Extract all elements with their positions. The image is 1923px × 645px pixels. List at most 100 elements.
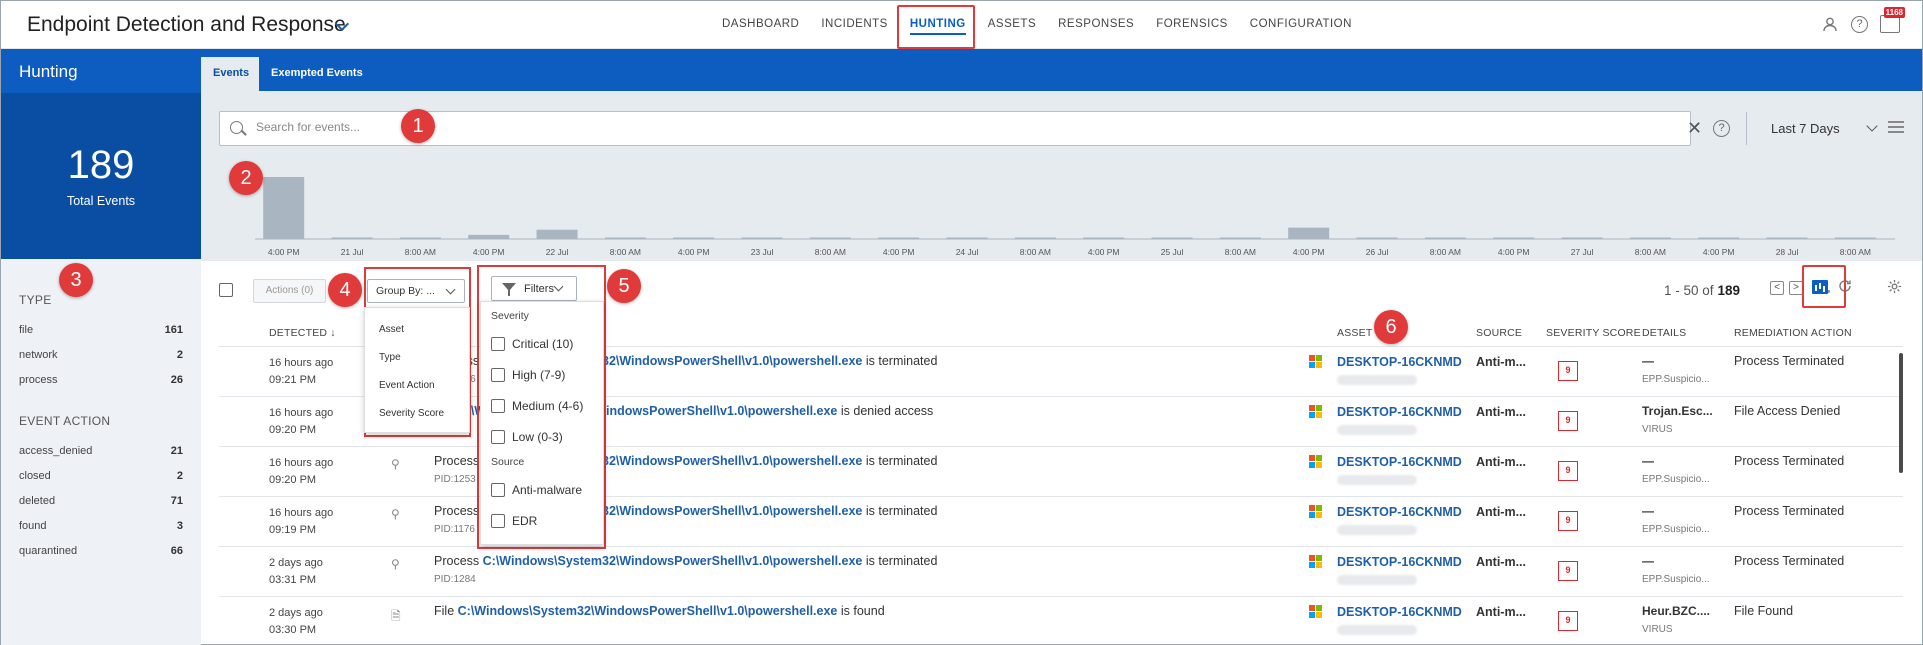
- checkbox[interactable]: [491, 482, 505, 497]
- nav-incidents[interactable]: INCIDENTS: [810, 1, 898, 49]
- table-row[interactable]: 16 hours ago09:20 PM🗎File C:\Windows\Sys…: [219, 396, 1903, 446]
- detected-time: 03:30 PM: [269, 624, 317, 636]
- source-cell: Anti-m...: [1476, 455, 1526, 469]
- histogram-bar[interactable]: [468, 234, 510, 239]
- asset-link[interactable]: DESKTOP-16CKNMD: [1337, 405, 1462, 419]
- filter-severity-high[interactable]: High (7-9): [481, 359, 603, 390]
- notifications-icon[interactable]: 1168: [1880, 7, 1905, 33]
- col-asset[interactable]: ASSET: [1337, 327, 1372, 339]
- histogram-bar[interactable]: [1083, 237, 1125, 240]
- checkbox[interactable]: [491, 398, 505, 413]
- histogram-bar[interactable]: [1561, 237, 1603, 239]
- histogram-bar[interactable]: [263, 177, 305, 239]
- tab-exempted-events[interactable]: Exempted Events: [259, 57, 375, 91]
- histogram-bar[interactable]: [946, 237, 988, 240]
- facet-action-closed[interactable]: closed 2: [19, 463, 183, 488]
- filter-severity-critical[interactable]: Critical (10): [481, 328, 603, 359]
- settings-gear-icon[interactable]: [1885, 279, 1903, 297]
- detected-relative: 2 days ago: [269, 557, 323, 569]
- histogram-bar[interactable]: [399, 237, 441, 240]
- histogram-bar[interactable]: [1834, 237, 1876, 240]
- event-description: File C:\Windows\System32\WindowsPowerShe…: [434, 604, 885, 618]
- facet-type-process[interactable]: process 26: [19, 367, 183, 392]
- col-severity-score[interactable]: SEVERITY SCORE: [1546, 327, 1641, 339]
- facet-action-quarantined[interactable]: quarantined 66: [19, 538, 183, 563]
- histogram-bar[interactable]: [1151, 237, 1193, 240]
- clear-icon[interactable]: ✕: [1687, 118, 1702, 139]
- actions-button[interactable]: Actions (0): [253, 279, 326, 303]
- histogram-bar[interactable]: [878, 237, 920, 240]
- checkbox[interactable]: [491, 429, 505, 444]
- nav-assets[interactable]: ASSETS: [977, 1, 1047, 49]
- group-by-severity-score[interactable]: Severity Score: [365, 400, 469, 428]
- next-page-button[interactable]: >: [1789, 281, 1803, 295]
- facet-action-access-denied[interactable]: access_denied 21: [19, 438, 183, 463]
- prev-page-button[interactable]: <: [1770, 281, 1784, 295]
- group-by-asset[interactable]: Asset: [365, 316, 469, 344]
- table-row[interactable]: 16 hours ago 09:20 PM ⚲ Process C:\Windows\…: [219, 446, 1903, 496]
- scrollbar[interactable]: [1899, 353, 1903, 473]
- filter-source-edr[interactable]: EDR: [481, 505, 603, 536]
- user-icon[interactable]: [1821, 15, 1839, 33]
- checkbox[interactable]: [491, 336, 505, 351]
- asset-link[interactable]: DESKTOP-16CKNMD: [1337, 605, 1462, 619]
- histogram-bar[interactable]: [1424, 237, 1466, 240]
- table-row[interactable]: 16 hours ago 09:19 PM ⚲ Process C:\Windows\…: [219, 496, 1903, 546]
- filter-severity-low[interactable]: Low (0-3): [481, 421, 603, 452]
- col-source[interactable]: SOURCE: [1476, 327, 1522, 339]
- asset-link[interactable]: DESKTOP-16CKNMD: [1337, 505, 1462, 519]
- group-by-type[interactable]: Type: [365, 344, 469, 372]
- filter-source-anti-malware[interactable]: Anti-malware: [481, 474, 603, 505]
- asset-link[interactable]: DESKTOP-16CKNMD: [1337, 455, 1462, 469]
- facet-type-file[interactable]: file 161: [19, 317, 183, 342]
- histogram-bar[interactable]: [604, 237, 646, 240]
- col-details[interactable]: DETAILS: [1642, 327, 1686, 339]
- facet-type-network[interactable]: network 2: [19, 342, 183, 367]
- histogram-bar[interactable]: [1356, 237, 1398, 240]
- details-sub: EPP.Suspicio...: [1642, 374, 1710, 385]
- histogram-bar[interactable]: [741, 237, 783, 240]
- help-icon[interactable]: ?: [1851, 15, 1868, 33]
- table-row[interactable]: 2 days ago 03:30 PM 🗎 File C:\Windows\Syste…: [219, 596, 1903, 645]
- histogram-bar[interactable]: [1766, 237, 1808, 240]
- nav-configuration[interactable]: CONFIGURATION: [1239, 1, 1363, 49]
- search-help-icon[interactable]: ?: [1713, 120, 1730, 137]
- histogram-bar[interactable]: [809, 237, 851, 240]
- facet-action-deleted[interactable]: deleted 71: [19, 488, 183, 513]
- histogram-bar[interactable]: [1219, 237, 1261, 240]
- histogram-bar[interactable]: [1493, 237, 1535, 240]
- detected-relative: 2 days ago: [269, 607, 323, 619]
- select-all-checkbox[interactable]: [219, 283, 233, 297]
- histogram-bar[interactable]: [1629, 237, 1671, 240]
- facet-label: closed: [19, 469, 51, 482]
- table-row[interactable]: 2 days ago 03:31 PM ⚲ Process C:\Windows\Sy…: [219, 546, 1903, 596]
- checkbox[interactable]: [491, 367, 505, 382]
- histogram-bar[interactable]: [1014, 237, 1056, 240]
- menu-icon[interactable]: [1888, 121, 1904, 136]
- col-detected[interactable]: DETECTED ↓: [269, 327, 336, 339]
- checkbox[interactable]: [491, 513, 505, 528]
- chart-toggle-icon[interactable]: [1812, 280, 1828, 294]
- group-by-event-action[interactable]: Event Action: [365, 372, 469, 400]
- col-remediation-action[interactable]: REMEDIATION ACTION: [1734, 327, 1852, 339]
- time-range-select[interactable]: Last 7 Days: [1746, 112, 1888, 145]
- histogram-bar[interactable]: [673, 237, 715, 240]
- filter-option-label: Low (0-3): [512, 429, 563, 444]
- event-path-link[interactable]: C:\Windows\System32\WindowsPowerShell\v1…: [458, 604, 838, 618]
- table-row[interactable]: 16 hours ago09:21 PM⚲Process C:\Windows\…: [219, 346, 1903, 396]
- asset-link[interactable]: DESKTOP-16CKNMD: [1337, 555, 1462, 569]
- facet-count: 2: [176, 348, 183, 361]
- nav-dashboard[interactable]: DASHBOARD: [711, 1, 810, 49]
- asset-link[interactable]: DESKTOP-16CKNMD: [1337, 355, 1462, 369]
- event-path-link[interactable]: C:\Windows\System32\WindowsPowerShell\v1…: [483, 554, 863, 568]
- histogram-bar[interactable]: [1698, 237, 1740, 240]
- facet-action-found[interactable]: found 3: [19, 513, 183, 538]
- nav-responses[interactable]: RESPONSES: [1047, 1, 1145, 49]
- tab-events[interactable]: Events: [201, 57, 259, 91]
- histogram-bar[interactable]: [331, 237, 373, 239]
- histogram-bar[interactable]: [536, 229, 578, 239]
- nav-forensics[interactable]: FORENSICS: [1145, 1, 1239, 49]
- detected-time: 03:31 PM: [269, 574, 317, 586]
- histogram-bar[interactable]: [1288, 227, 1330, 239]
- filter-severity-medium[interactable]: Medium (4-6): [481, 390, 603, 421]
